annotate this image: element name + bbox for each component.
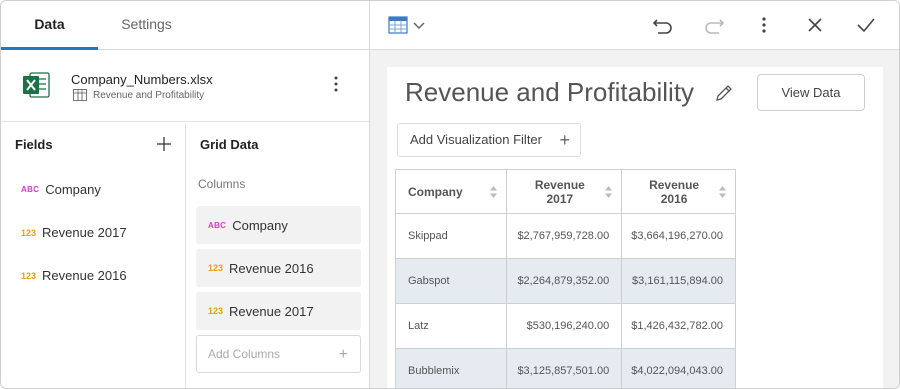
field-item-revenue-2017[interactable]: 123 Revenue 2017 <box>21 225 127 240</box>
columns-label: Columns <box>198 177 246 191</box>
column-label: Revenue 2017 <box>229 303 314 319</box>
column-header-label: Revenue 2017 <box>534 177 585 206</box>
fields-panel: Fields ABC Company 123 Revenue 2017 123 … <box>1 123 186 388</box>
field-item-revenue-2016[interactable]: 123 Revenue 2016 <box>21 268 127 283</box>
text-type-badge: ABC <box>208 220 227 230</box>
column-pill-revenue-2016[interactable]: 123 Revenue 2016 <box>196 249 361 287</box>
sheet-name: Revenue and Profitability <box>93 89 205 101</box>
top-bar: Data Settings <box>1 1 899 50</box>
cell-revenue-2016: $1,426,432,782.00 <box>621 303 736 349</box>
data-grid-table: Company Revenue 2017 Revenue 2016 Skippa… <box>394 169 736 388</box>
table-row[interactable]: Bubblemix $3,125,857,501.00 $4,022,094,0… <box>394 348 736 388</box>
more-options-button[interactable] <box>750 11 778 39</box>
cell-revenue-2016: $4,022,094,043.00 <box>621 348 736 388</box>
column-pill-revenue-2017[interactable]: 123 Revenue 2017 <box>196 292 361 330</box>
filter-label: Add Visualization Filter <box>410 132 542 147</box>
sort-icon[interactable] <box>604 185 613 199</box>
view-data-button[interactable]: View Data <box>757 74 865 111</box>
plus-icon: + <box>338 346 348 363</box>
datasource-file[interactable]: Company_Numbers.xlsx Revenue and Profita… <box>1 50 369 122</box>
sheet-table-icon <box>73 89 87 101</box>
table-row[interactable]: Gabspot $2,264,879,352.00 $3,161,115,894… <box>394 258 736 304</box>
table-header-row: Company Revenue 2017 Revenue 2016 <box>394 169 736 214</box>
table-row[interactable]: Skippad $2,767,959,728.00 $3,664,196,270… <box>394 213 736 259</box>
undo-button[interactable] <box>649 11 677 39</box>
add-visualization-filter-button[interactable]: Add Visualization Filter + <box>397 123 581 157</box>
text-type-badge: ABC <box>21 185 40 194</box>
grid-data-panel: Grid Data Columns ABC Company 123 Revenu… <box>186 123 369 388</box>
tab-settings[interactable]: Settings <box>98 1 195 50</box>
cell-company: Latz <box>394 303 508 349</box>
fields-title: Fields <box>15 137 53 152</box>
cell-company: Gabspot <box>394 258 508 304</box>
number-type-badge: 123 <box>208 263 224 273</box>
viz-type-dropdown[interactable] <box>387 11 429 39</box>
excel-icon <box>23 72 50 98</box>
number-type-badge: 123 <box>208 306 224 316</box>
cell-revenue-2016: $3,161,115,894.00 <box>621 258 736 304</box>
column-label: Company <box>232 217 288 233</box>
column-header-revenue-2016[interactable]: Revenue 2016 <box>621 169 736 214</box>
chevron-down-icon <box>413 22 425 30</box>
column-header-label: Company <box>408 184 463 199</box>
app-window: Data Settings Company_Numbers.xlsx Reven… <box>0 0 900 389</box>
cell-revenue-2017: $2,264,879,352.00 <box>506 258 623 304</box>
cell-revenue-2017: $3,125,857,501.00 <box>506 348 623 388</box>
sheet-name-row: Revenue and Profitability <box>73 89 204 101</box>
edit-pencil-icon[interactable] <box>714 83 734 103</box>
field-label: Company <box>45 182 101 197</box>
column-header-label: Revenue 2016 <box>649 177 700 206</box>
number-type-badge: 123 <box>21 227 37 238</box>
redo-button[interactable] <box>700 11 728 39</box>
add-columns-dropzone[interactable]: Add Columns + <box>196 335 361 373</box>
close-button[interactable] <box>801 11 829 39</box>
undo-icon <box>652 19 672 34</box>
column-label: Revenue 2016 <box>229 260 314 276</box>
check-icon <box>857 18 875 33</box>
confirm-button[interactable] <box>852 11 880 39</box>
number-type-badge: 123 <box>21 270 37 281</box>
tab-data[interactable]: Data <box>1 1 98 50</box>
more-vertical-icon <box>762 17 766 33</box>
column-header-revenue-2017[interactable]: Revenue 2017 <box>506 169 623 214</box>
more-vertical-icon[interactable] <box>326 74 346 94</box>
sort-icon[interactable] <box>489 185 498 199</box>
field-label: Revenue 2017 <box>42 225 127 240</box>
cell-revenue-2017: $2,767,959,728.00 <box>506 213 623 259</box>
table-row[interactable]: Latz $530,196,240.00 $1,426,432,782.00 <box>394 303 736 349</box>
close-icon <box>808 18 822 32</box>
column-pill-company[interactable]: ABC Company <box>196 206 361 244</box>
file-name: Company_Numbers.xlsx <box>71 72 213 87</box>
field-item-company[interactable]: ABC Company <box>21 182 101 197</box>
redo-icon <box>705 19 725 34</box>
cell-revenue-2017: $530,196,240.00 <box>506 303 623 349</box>
add-field-icon[interactable] <box>155 135 173 153</box>
add-columns-placeholder: Add Columns <box>208 347 281 361</box>
cell-company: Bubblemix <box>394 348 508 388</box>
plus-icon: + <box>559 130 570 150</box>
cell-company: Skippad <box>394 213 508 259</box>
grid-data-title: Grid Data <box>200 137 259 152</box>
column-header-company[interactable]: Company <box>394 169 508 214</box>
grid-table-icon <box>388 16 425 34</box>
visualization-title[interactable]: Revenue and Profitability <box>405 77 694 108</box>
sort-icon[interactable] <box>718 185 727 199</box>
cell-revenue-2016: $3,664,196,270.00 <box>621 213 736 259</box>
field-label: Revenue 2016 <box>42 268 127 283</box>
